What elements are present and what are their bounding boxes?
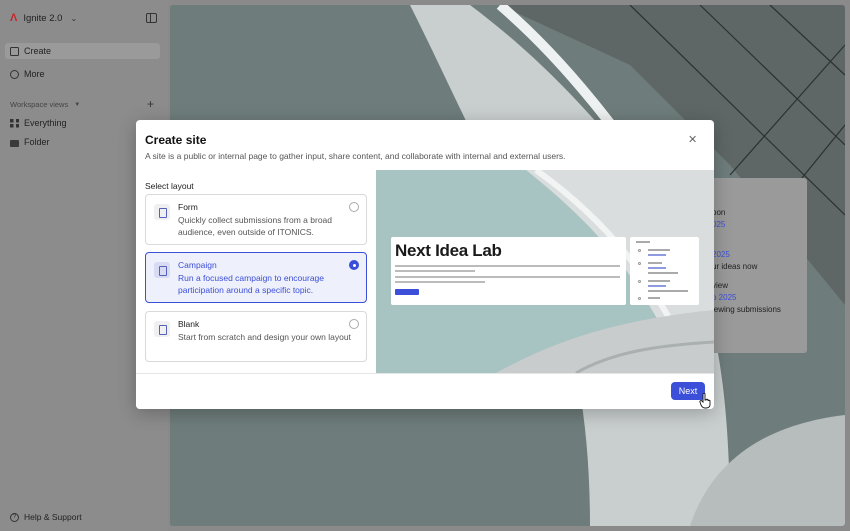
- create-site-modal: Create site A site is a public or intern…: [136, 120, 714, 409]
- layout-preview: Next Idea Lab: [376, 170, 714, 373]
- help-icon: ?: [10, 512, 19, 522]
- preview-submit-button: [395, 289, 419, 295]
- option-title: Blank: [178, 319, 200, 329]
- preview-timeline-card: [630, 237, 699, 305]
- bg-card-text: iewing submissions: [712, 305, 781, 314]
- blank-page-icon: [154, 321, 170, 337]
- timeline-dot: [638, 249, 641, 252]
- preview-text-line: [395, 265, 620, 267]
- timeline-dot: [638, 262, 641, 265]
- bg-card-text: o 2025: [712, 293, 737, 302]
- preview-text-line: [648, 280, 670, 282]
- option-description: Start from scratch and design your own l…: [178, 332, 351, 342]
- layout-option-form[interactable]: Form Quickly collect submissions from a …: [145, 194, 367, 245]
- option-description: Quickly collect submissions from a broad…: [178, 215, 333, 237]
- sidebar-item-more[interactable]: More: [5, 66, 160, 82]
- close-icon[interactable]: ✕: [688, 133, 697, 146]
- preview-text-line: [648, 285, 666, 287]
- bg-card-text: ur ideas now: [712, 262, 758, 271]
- workspace-views-header[interactable]: Workspace views ▼: [10, 100, 80, 109]
- sidebar-item-label: Create: [24, 46, 52, 56]
- radio-form[interactable]: [349, 202, 359, 212]
- chevron-down-icon: ▼: [74, 101, 81, 108]
- grid-icon: [10, 118, 19, 128]
- option-description: Run a focused campaign to encourage part…: [178, 273, 325, 295]
- form-icon: [154, 204, 170, 220]
- campaign-icon: [154, 262, 170, 278]
- section-label: Workspace views: [10, 100, 69, 109]
- preview-text-line: [395, 276, 620, 278]
- option-title: Form: [178, 202, 198, 212]
- help-support-link[interactable]: ? Help & Support: [10, 512, 82, 522]
- folder-icon: [10, 139, 19, 147]
- layout-option-campaign[interactable]: Campaign Run a focused campaign to encou…: [145, 252, 367, 303]
- preview-text-line: [395, 270, 475, 272]
- bg-card-text: 2025: [712, 250, 730, 259]
- preview-text-line: [648, 297, 660, 299]
- ignite-logo-icon: Λ: [10, 12, 18, 24]
- hand-pointer-cursor-icon: [699, 393, 711, 409]
- bg-card-text: oon: [712, 208, 726, 217]
- bg-card-text: 025: [712, 220, 726, 229]
- modal-footer: [136, 373, 714, 409]
- timeline-dot: [638, 280, 641, 283]
- modal-subtitle: A site is a public or internal page to g…: [145, 151, 566, 161]
- sidebar-item-label: More: [24, 69, 45, 79]
- preview-heading: Next Idea Lab: [395, 241, 502, 260]
- timeline-dot: [638, 297, 641, 300]
- workspace-name: Ignite 2.0: [23, 12, 63, 24]
- preview-text-line: [648, 290, 688, 292]
- add-view-button[interactable]: +: [147, 97, 154, 111]
- workspace-switcher[interactable]: Λ Ignite 2.0 ⌄: [10, 12, 77, 24]
- preview-text-line: [648, 272, 678, 274]
- bg-card-text: view: [712, 281, 729, 290]
- modal-title: Create site: [145, 133, 207, 147]
- circle-icon: [10, 69, 19, 79]
- preview-text-line: [395, 281, 485, 283]
- chevron-down-icon: ⌄: [70, 13, 78, 23]
- option-title: Campaign: [178, 260, 217, 270]
- radio-campaign[interactable]: [349, 260, 359, 270]
- radio-blank[interactable]: [349, 319, 359, 329]
- background-timeline-card: oon 025 2025 ur ideas now view o 2025 ie…: [710, 178, 807, 353]
- sidebar-item-label: Folder: [24, 137, 50, 147]
- collapse-sidebar-icon[interactable]: [146, 13, 157, 23]
- preview-text-line: [636, 241, 650, 243]
- preview-text-line: [648, 262, 662, 264]
- pencil-icon: [10, 46, 19, 56]
- preview-main-card: Next Idea Lab: [391, 237, 626, 305]
- preview-text-line: [648, 249, 670, 251]
- sidebar-item-label: Everything: [24, 118, 67, 128]
- select-layout-label: Select layout: [145, 181, 194, 191]
- layout-option-blank[interactable]: Blank Start from scratch and design your…: [145, 311, 367, 362]
- sidebar-item-create[interactable]: Create: [5, 43, 160, 59]
- help-label: Help & Support: [24, 512, 82, 522]
- preview-text-line: [648, 267, 666, 269]
- preview-text-line: [648, 254, 666, 256]
